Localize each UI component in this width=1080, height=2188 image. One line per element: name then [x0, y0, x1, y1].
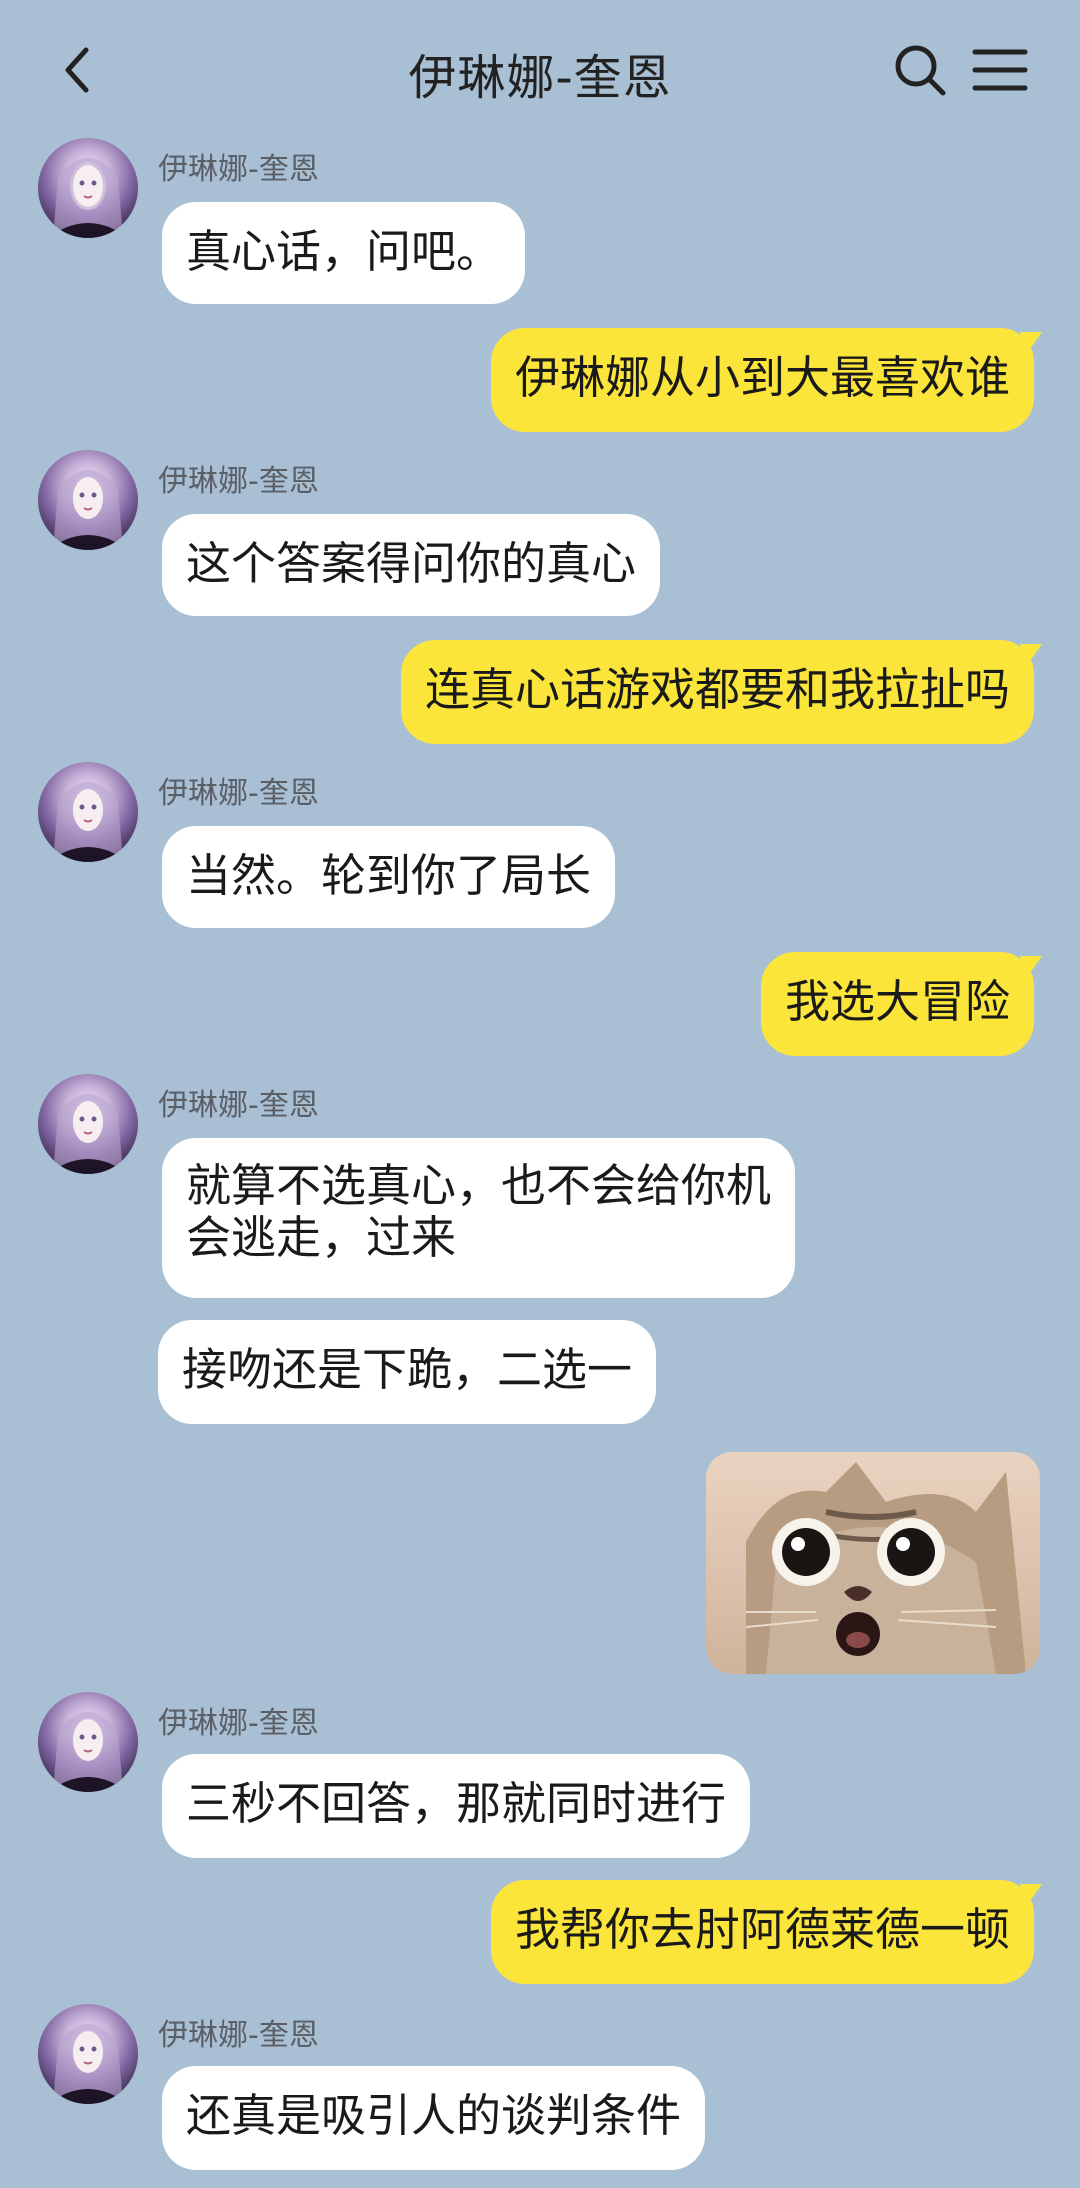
contact-avatar[interactable]	[38, 138, 138, 238]
message-line: 就算不选真心，也不会给你机	[186, 1159, 772, 1212]
sender-name: 伊琳娜-奎恩	[158, 464, 319, 499]
hamburger-menu-icon	[972, 49, 1028, 91]
sender-name: 伊琳娜-奎恩	[158, 152, 319, 187]
menu-button[interactable]	[970, 40, 1030, 100]
sender-name: 伊琳娜-奎恩	[158, 1706, 319, 1741]
incoming-message[interactable]: 当然。轮到你了局长	[162, 826, 616, 928]
contact-avatar[interactable]	[38, 1692, 138, 1792]
incoming-message[interactable]: 这个答案得问你的真心	[162, 514, 661, 616]
incoming-message[interactable]: 就算不选真心，也不会给你机 会逃走，过来	[162, 1138, 796, 1298]
outgoing-message[interactable]: 我选大冒险	[760, 952, 1034, 1056]
incoming-message[interactable]: 接吻还是下跪，二选一	[158, 1320, 657, 1424]
outgoing-message[interactable]: 连真心话游戏都要和我拉扯吗	[400, 640, 1034, 744]
incoming-message[interactable]: 三秒不回答，那就同时进行	[162, 1754, 751, 1858]
sender-name: 伊琳娜-奎恩	[158, 776, 319, 811]
outgoing-message[interactable]: 伊琳娜从小到大最喜欢谁	[490, 328, 1034, 432]
contact-avatar[interactable]	[38, 1074, 138, 1174]
chat-header: 伊琳娜-奎恩	[0, 0, 1080, 140]
contact-avatar[interactable]	[38, 2004, 138, 2104]
incoming-message[interactable]: 真心话，问吧。	[162, 202, 526, 304]
search-button[interactable]	[890, 40, 950, 100]
incoming-message[interactable]: 还真是吸引人的谈判条件	[162, 2066, 706, 2170]
sender-name: 伊琳娜-奎恩	[158, 1088, 319, 1123]
contact-avatar[interactable]	[38, 762, 138, 862]
search-icon	[895, 45, 946, 96]
sender-name: 伊琳娜-奎恩	[158, 2018, 319, 2053]
shocked-cat-sticker[interactable]	[706, 1452, 1040, 1674]
message-line: 会逃走，过来	[186, 1211, 457, 1264]
outgoing-message[interactable]: 我帮你去肘阿德莱德一顿	[490, 1880, 1034, 1984]
contact-avatar[interactable]	[38, 450, 138, 550]
